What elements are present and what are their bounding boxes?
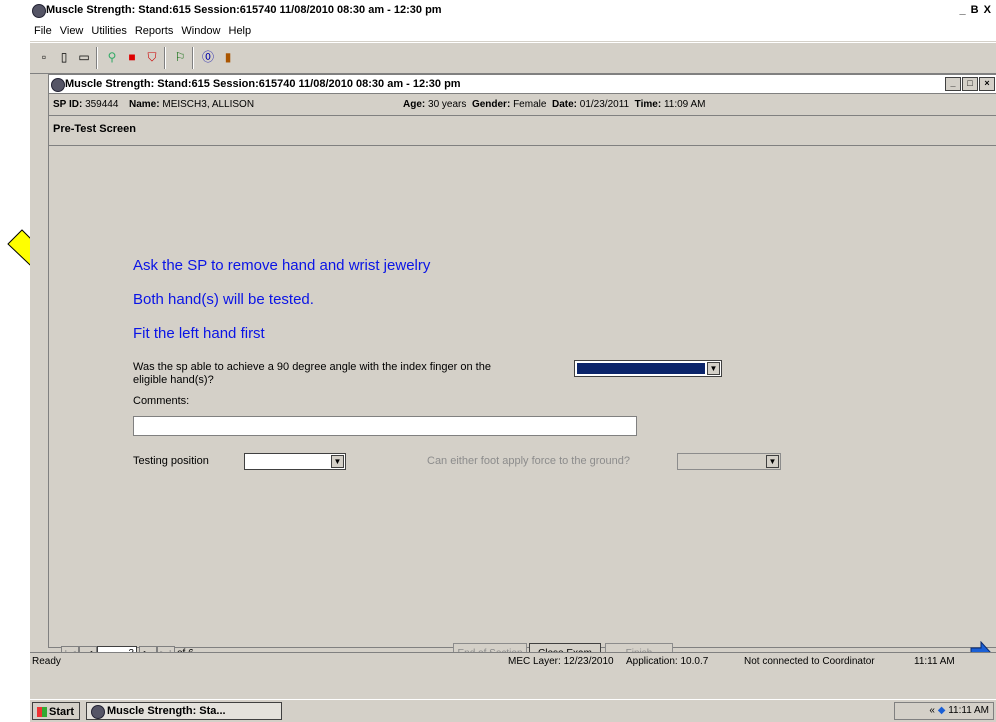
fit-left-hand-message: Fit the left hand first xyxy=(133,325,265,342)
exam-app-icon xyxy=(51,78,65,92)
sp-name: MEISCH3, ALLISON xyxy=(162,99,255,110)
menu-reports[interactable]: Reports xyxy=(131,22,178,41)
system-tray: « ◆ 11:11 AM xyxy=(894,702,994,720)
status-ready: Ready xyxy=(32,656,61,667)
sp-date: 01/23/2011 xyxy=(579,99,630,110)
key-icon[interactable]: ⚲ xyxy=(104,49,120,65)
angle-question-line2: eligible hand(s)? xyxy=(133,374,214,386)
close-button[interactable]: × xyxy=(979,77,995,91)
chevron-down-icon[interactable]: ▼ xyxy=(766,455,779,468)
section-header: Pre-Test Screen xyxy=(49,117,996,146)
testing-position-select[interactable]: ▼ xyxy=(244,453,346,470)
date-label: Date: xyxy=(551,99,577,110)
menu-file[interactable]: File xyxy=(30,22,56,41)
sp-gender: Female xyxy=(513,99,547,110)
angle-answer-select[interactable]: ▼ xyxy=(574,360,722,377)
menu-bar: File View Utilities Reports Window Help xyxy=(30,22,996,41)
exam-window-title: Muscle Strength: Stand:615 Session:61574… xyxy=(65,78,461,90)
start-label: Start xyxy=(49,706,75,718)
application-window: Muscle Strength: Stand:615 Session:61574… xyxy=(30,0,996,722)
exit-icon[interactable]: ▮ xyxy=(220,49,236,65)
sp-age: 30 years xyxy=(428,99,467,110)
menu-view[interactable]: View xyxy=(56,22,88,41)
taskbar-item-muscle-strength[interactable]: Muscle Strength: Sta... xyxy=(86,702,282,720)
chart-icon[interactable]: ⚐ xyxy=(172,49,188,65)
stop-icon[interactable]: ■ xyxy=(124,49,140,65)
gender-label: Gender: xyxy=(471,99,511,110)
task-app-icon xyxy=(91,705,105,719)
comments-label: Comments: xyxy=(133,395,190,407)
minimize-button[interactable]: _ xyxy=(945,77,961,91)
start-button[interactable]: Start xyxy=(32,702,80,720)
help-icon[interactable]: ⓪ xyxy=(200,49,216,65)
sp-id-label: SP ID: xyxy=(53,99,83,110)
menu-utilities[interactable]: Utilities xyxy=(87,22,130,41)
section-title: Pre-Test Screen xyxy=(53,123,136,135)
name-label: Name: xyxy=(129,99,160,110)
menu-window[interactable]: Window xyxy=(177,22,224,41)
exam-window-controls: _ □ × xyxy=(944,77,995,91)
sp-time: 11:09 AM xyxy=(663,99,706,110)
foot-force-question: Can either foot apply force to the groun… xyxy=(427,455,631,467)
tray-expand-icon[interactable]: « xyxy=(929,705,935,716)
title-bar: Muscle Strength: Stand:615 Session:61574… xyxy=(30,0,996,22)
time-label: Time: xyxy=(634,99,662,110)
taskbar-item-label: Muscle Strength: Sta... xyxy=(107,705,226,717)
taskbar: Start Muscle Strength: Sta... « ◆ 11:11 … xyxy=(30,699,996,722)
sp-info-bar: SP ID: 359444 Name: MEISCH3, ALLISON Age… xyxy=(49,95,996,116)
both-hands-message: Both hand(s) will be tested. xyxy=(133,291,314,308)
tag-icon[interactable]: ⛉ xyxy=(144,49,160,65)
windows-flag-icon xyxy=(37,707,47,717)
testing-position-label: Testing position xyxy=(133,455,209,467)
network-icon: ◆ xyxy=(937,705,946,716)
chevron-down-icon[interactable]: ▼ xyxy=(707,362,720,375)
angle-question-line1: Was the sp able to achieve a 90 degree a… xyxy=(133,361,491,373)
menu-help[interactable]: Help xyxy=(225,22,256,41)
selection-highlight xyxy=(577,363,705,374)
sp-id: 359444 xyxy=(85,99,119,110)
folder-icon[interactable]: ▭ xyxy=(76,49,92,65)
tray-clock: 11:11 AM xyxy=(948,705,989,716)
status-mec-layer: MEC Layer: 12/23/2010 xyxy=(508,656,614,667)
age-label: Age: xyxy=(403,99,426,110)
jewelry-message: Ask the SP to remove hand and wrist jewe… xyxy=(133,257,431,274)
foot-force-select[interactable]: ▼ xyxy=(677,453,781,470)
status-time: 11:11 AM xyxy=(914,656,955,667)
toolbar: ▫ ▯ ▭ ⚲ ■ ⛉ ⚐ ⓪ ▮ xyxy=(30,42,996,74)
clipboard-icon[interactable]: ▯ xyxy=(56,49,72,65)
window-title: Muscle Strength: Stand:615 Session:61574… xyxy=(46,4,442,16)
exam-window-title-bar: Muscle Strength: Stand:615 Session:61574… xyxy=(49,75,996,94)
status-coordinator: Not connected to Coordinator xyxy=(744,656,875,667)
chevron-down-icon[interactable]: ▼ xyxy=(331,455,344,468)
new-icon[interactable]: ▫ xyxy=(36,49,52,65)
comments-input[interactable] xyxy=(133,416,637,436)
status-bar: Ready MEC Layer: 12/23/2010 Application:… xyxy=(30,652,996,671)
exam-window: Muscle Strength: Stand:615 Session:61574… xyxy=(48,74,996,665)
app-icon xyxy=(32,4,46,18)
maximize-button[interactable]: □ xyxy=(962,77,978,91)
status-application: Application: 10.0.7 xyxy=(626,656,709,667)
window-controls[interactable]: _ B X xyxy=(959,4,992,16)
